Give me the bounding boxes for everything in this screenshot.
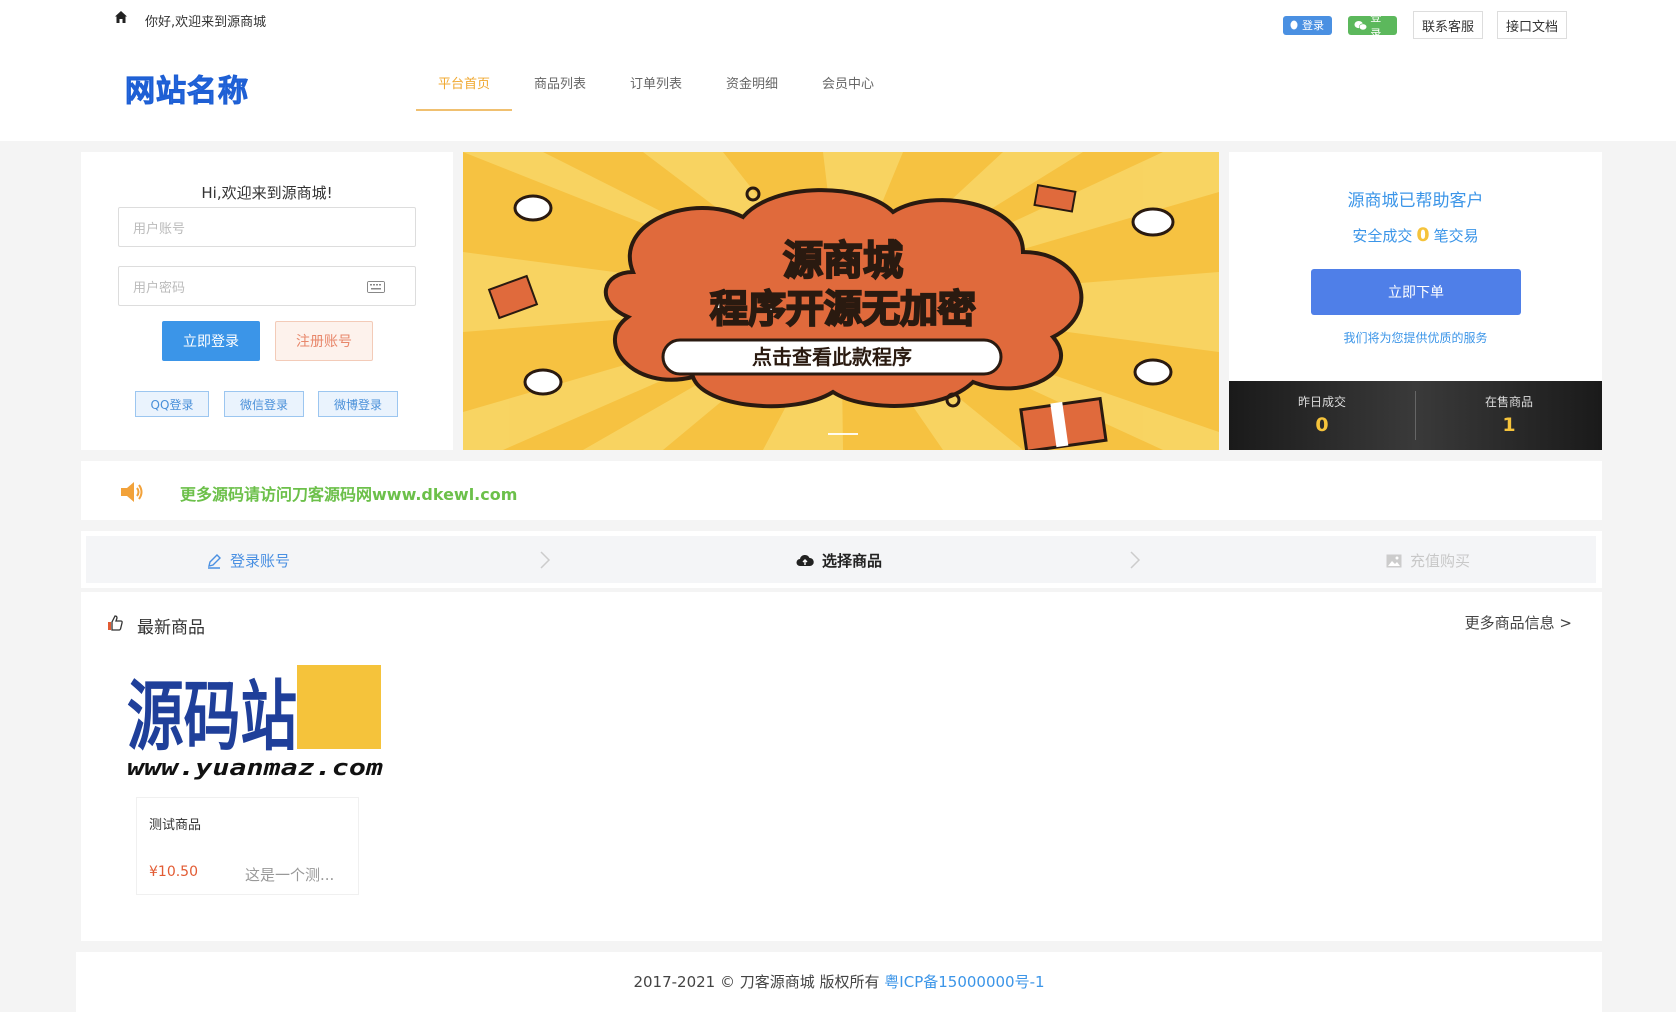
banner-title: 源商城	[783, 238, 903, 284]
wechat-login-button[interactable]: 微信登录	[224, 391, 304, 417]
products-heading: 最新商品	[137, 618, 205, 638]
contact-service-button[interactable]: 联系客服	[1413, 11, 1483, 39]
register-button[interactable]: 注册账号	[275, 321, 373, 361]
promo-banner[interactable]: 源商城 程序开源无加密 点击查看此款程序	[463, 152, 1219, 450]
stat-onsale-value: 1	[1502, 414, 1516, 436]
copyright-text: 2017-2021 © 刀客源商城 版权所有	[633, 973, 885, 991]
product-price: ¥10.50	[149, 864, 198, 880]
cloud-upload-icon	[796, 554, 814, 566]
stats-note: 我们将为您提供优质的服务	[1343, 331, 1488, 345]
nav-products[interactable]: 商品列表	[512, 60, 608, 111]
nav-orders[interactable]: 订单列表	[608, 60, 704, 111]
chevron-right-icon	[1130, 551, 1141, 569]
top-right-links: 登录 登录 联系客服 接口文档	[1283, 11, 1581, 40]
step-recharge[interactable]: 充值购买	[1386, 550, 1470, 571]
stats-prefix: 安全成交	[1352, 227, 1413, 245]
order-now-button[interactable]: 立即下单	[1311, 269, 1521, 315]
stat-yesterday: 昨日成交 0	[1229, 393, 1415, 436]
stat-yesterday-value: 0	[1315, 414, 1329, 436]
product-name: 测试商品	[149, 818, 202, 833]
thumbnail-brand-text: 源码站	[127, 672, 297, 761]
banner-cta: 点击查看此款程序	[752, 345, 912, 369]
purchase-steps: 登录账号 选择商品 充值购买	[81, 531, 1602, 588]
nav-home[interactable]: 平台首页	[416, 60, 512, 111]
site-footer: 2017-2021 © 刀客源商城 版权所有 粤ICP备15000000号-1	[76, 952, 1602, 1012]
stat-onsale: 在售商品 1	[1416, 393, 1602, 436]
weibo-login-button[interactable]: 微博登录	[318, 391, 398, 417]
notice-text[interactable]: 更多源码请访问刀客源码网www.dkewl.com	[180, 481, 517, 505]
step-select-label: 选择商品	[822, 552, 883, 570]
password-input[interactable]: 用户密码	[118, 266, 416, 306]
keyboard-icon[interactable]	[367, 281, 385, 293]
stat-yesterday-label: 昨日成交	[1297, 395, 1346, 409]
stats-panel: 源商城已帮助客户 安全成交 0 笔交易 立即下单 我们将为您提供优质的服务 昨日成交…	[1229, 152, 1602, 450]
stats-suffix: 笔交易	[1433, 227, 1479, 245]
product-thumbnail[interactable]: 源码站 www.yuanmaz.com	[125, 665, 387, 783]
stats-count: 0	[1416, 224, 1430, 246]
wechat-login-badge[interactable]: 登录	[1348, 11, 1397, 40]
step-select[interactable]: 选择商品	[796, 550, 882, 571]
welcome-text: 你好,欢迎来到源商城	[145, 15, 267, 30]
step-login[interactable]: 登录账号	[206, 550, 290, 571]
banner-artwork: 源商城 程序开源无加密 点击查看此款程序	[463, 152, 1219, 450]
password-placeholder: 用户密码	[133, 280, 186, 296]
wechat-login-label: 登录	[1370, 11, 1382, 40]
thumbnail-url-text: www.yuanmaz.com	[127, 756, 383, 781]
gift-box-top-icon	[1033, 184, 1077, 213]
stats-title: 源商城已帮助客户	[1347, 191, 1484, 211]
main-nav: 平台首页 商品列表 订单列表 资金明细 会员中心	[416, 60, 896, 111]
notice-bar: 更多源码请访问刀客源码网www.dkewl.com	[81, 461, 1602, 520]
nav-member[interactable]: 会员中心	[800, 60, 896, 111]
qq-icon	[1290, 20, 1298, 29]
stats-summary: 安全成交 0 笔交易	[1229, 224, 1602, 246]
steps-track: 登录账号 选择商品 充值购买	[86, 536, 1596, 583]
site-logo[interactable]: 网站名称	[125, 66, 249, 110]
login-button[interactable]: 立即登录	[162, 321, 260, 361]
speaker-icon	[121, 482, 143, 502]
latest-products: 最新商品 更多商品信息 > 源码站 www.yuanmaz.com 测试商品 ¥…	[81, 592, 1602, 941]
login-panel: Hi,欢迎来到源商城! 用户账号 用户密码 立即登录 注册账号 QQ登录 微信登…	[81, 152, 453, 450]
thumbs-up-icon	[108, 615, 123, 631]
username-input[interactable]: 用户账号	[118, 207, 416, 247]
product-desc: 这是一个测...	[245, 866, 335, 884]
qq-login-label: 登录	[1302, 19, 1324, 32]
home-icon[interactable]	[114, 10, 128, 24]
wechat-icon	[1354, 20, 1368, 30]
nav-funds[interactable]: 资金明细	[704, 60, 800, 111]
step-login-label: 登录账号	[230, 552, 291, 570]
image-icon	[1386, 554, 1402, 567]
icp-link[interactable]: 粤ICP备15000000号-1	[884, 973, 1044, 991]
more-products-link[interactable]: 更多商品信息 >	[1465, 612, 1572, 633]
stats-bar: 昨日成交 0 在售商品 1	[1229, 381, 1602, 450]
step-recharge-label: 充值购买	[1410, 552, 1471, 570]
api-doc-button[interactable]: 接口文档	[1497, 11, 1567, 39]
carousel-indicator[interactable]	[828, 433, 858, 435]
pencil-icon	[208, 553, 221, 569]
qq-login-button[interactable]: QQ登录	[135, 391, 209, 417]
chevron-right-icon	[540, 551, 551, 569]
product-card[interactable]: 测试商品 ¥10.50 这是一个测...	[136, 797, 359, 895]
login-title: Hi,欢迎来到源商城!	[201, 184, 333, 202]
banner-subtitle: 程序开源无加密	[710, 287, 976, 331]
gift-box-icon	[1019, 396, 1108, 450]
stat-onsale-label: 在售商品	[1484, 395, 1533, 409]
site-header: 你好,欢迎来到源商城 登录 登录 联系客服 接口文档 网站名称 平台首页 商品列…	[0, 0, 1676, 141]
qq-login-badge[interactable]: 登录	[1283, 15, 1332, 35]
